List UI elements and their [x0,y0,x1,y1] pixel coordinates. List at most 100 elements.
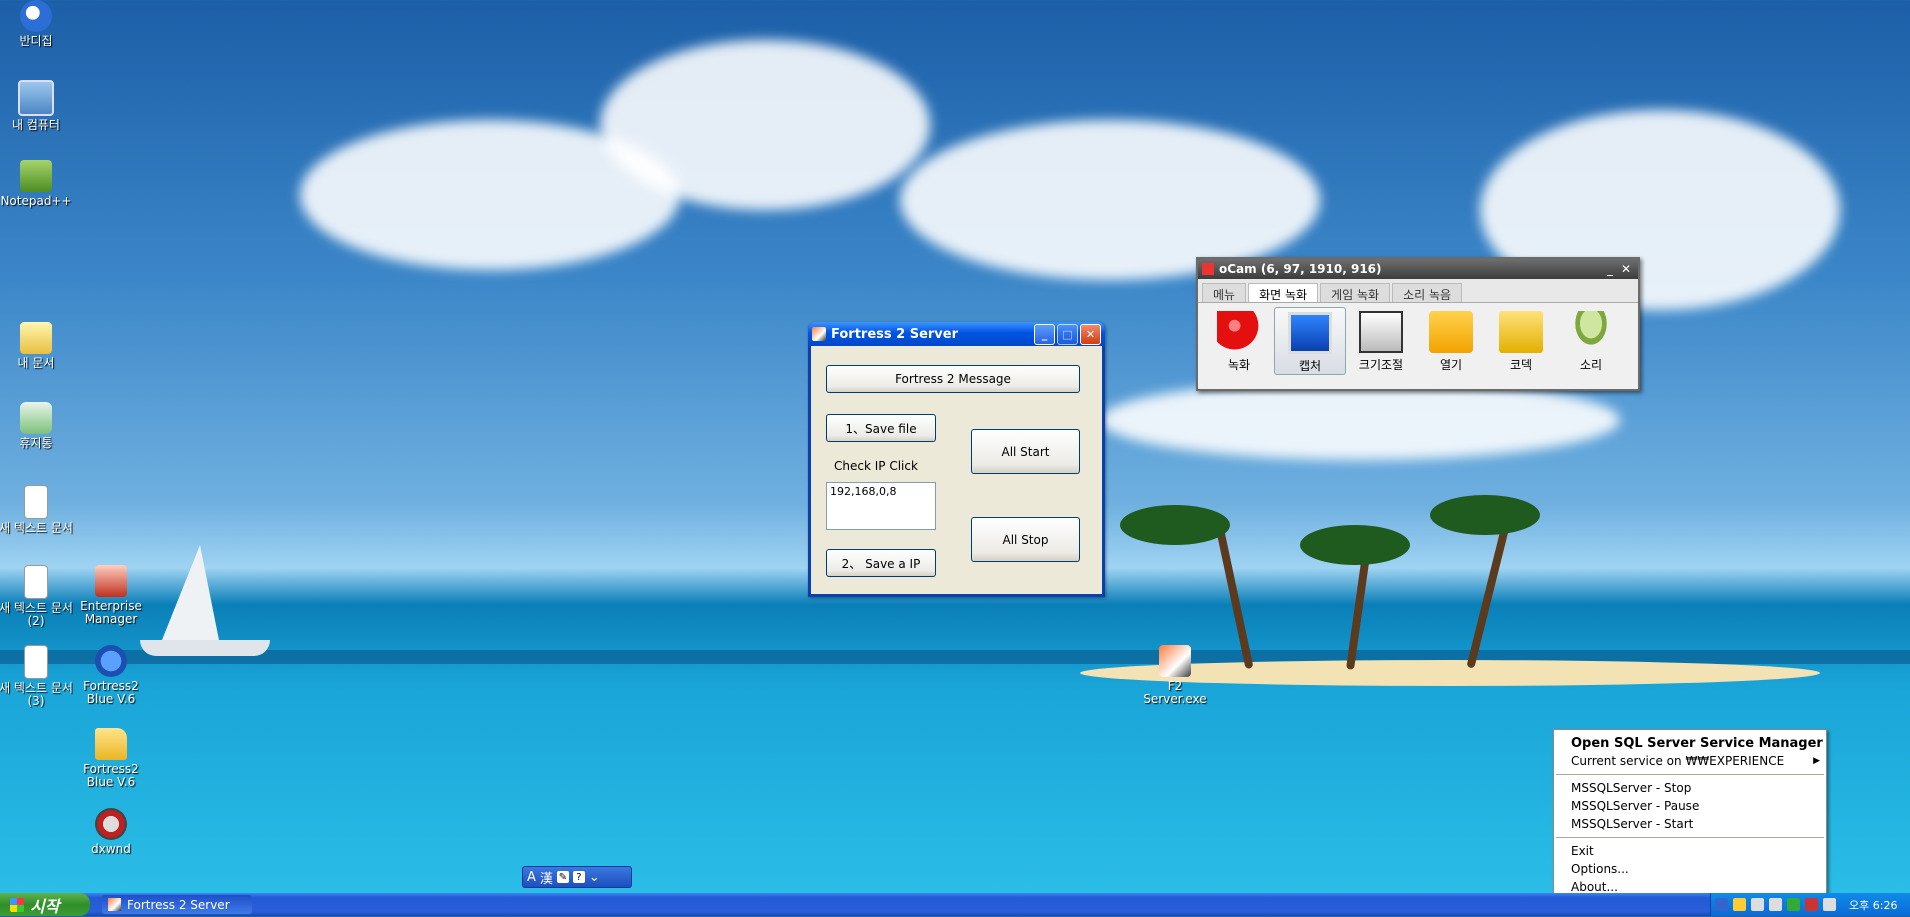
desktop-icon-my-computer[interactable]: 내 컴퓨터 [0,80,73,132]
desktop-icon-label: dxwnd [91,842,131,856]
desktop-icon-f2-server[interactable]: F2 Server.exe [1138,645,1212,706]
menu-item-mssql-stop[interactable]: MSSQLServer - Stop [1554,779,1826,797]
desktop-icon-label: Enterprise Manager [80,599,142,626]
desktop-icon-bandizip[interactable]: 반디집 [0,0,73,48]
all-stop-button[interactable]: All Stop [971,517,1080,562]
desktop-icon-enterprise-manager[interactable]: Enterprise Manager [74,565,148,626]
save-file-button[interactable]: 1、Save file [826,414,936,442]
minimize-button[interactable]: _ [1602,262,1618,276]
tab-menu[interactable]: 메뉴 [1202,283,1247,302]
menu-item-exit[interactable]: Exit [1554,842,1826,860]
desktop-icon-label: 휴지통 [19,436,53,450]
palm-tree [1430,495,1540,535]
sql-server-tray-icon[interactable] [1787,898,1800,911]
palm-tree [1120,505,1230,545]
keyboard-icon[interactable] [1751,898,1764,911]
menu-item-mssql-start[interactable]: MSSQLServer - Start [1554,815,1826,833]
shield-icon[interactable] [1769,898,1782,911]
codec-button[interactable]: 코덱 [1486,307,1556,373]
desktop-icon-dxwnd[interactable]: dxwnd [74,808,148,856]
desktop-icon-my-documents[interactable]: 내 문서 [0,322,73,370]
desktop-icon-fortress2-folder[interactable]: Fortress2 Blue V.6 [74,728,148,789]
taskbar-item-label: Fortress 2 Server [127,897,230,912]
resize-button[interactable]: 크기조절 [1346,307,1416,373]
window-titlebar[interactable]: Fortress 2 Server _ □ ✕ [808,322,1105,346]
help-icon[interactable]: ? [572,871,585,883]
fortress-message-button[interactable]: Fortress 2 Message [826,365,1080,393]
taskbar-item-fortress-server[interactable]: Fortress 2 Server [102,895,252,914]
desktop-icon-label: 새 텍스트 문서 (3) [0,681,73,708]
close-button[interactable]: ✕ [1080,323,1101,345]
close-button[interactable]: ✕ [1618,262,1634,276]
desktop-icon-label: 내 문서 [17,356,55,370]
menu-item-mssql-pause[interactable]: MSSQLServer - Pause [1554,797,1826,815]
start-button[interactable]: 시작 [0,893,90,916]
clock[interactable]: 오후 6:26 [1849,897,1897,913]
desktop-icon-label: Fortress2 Blue V.6 [83,762,139,789]
language-bar: A 漢 ✎ ? ⌄ [522,866,632,888]
capture-icon [1288,312,1332,354]
ime-pad-icon[interactable]: ✎ [556,871,569,883]
tool-label: 소리 [1579,358,1603,372]
desktop-icon-text-document-3[interactable]: 새 텍스트 문서 (3) [0,645,73,708]
record-button[interactable]: 녹화 [1204,307,1274,373]
desktop-icon-text-document[interactable]: 새 텍스트 문서 [0,485,73,535]
desktop-icon-label: 새 텍스트 문서 (2) [0,601,73,628]
bandizip-icon [20,0,52,32]
input-mode-indicator[interactable]: A [527,870,536,885]
folder-icon [95,728,127,760]
minimize-button[interactable]: _ [1034,323,1055,345]
ocam-tab-bar: 메뉴 화면 녹화 게임 녹화 소리 녹음 [1198,279,1638,303]
system-tray: 오후 6:26 [1710,893,1910,916]
antivirus-icon[interactable] [1805,898,1818,911]
window-title: Fortress 2 Server [831,326,959,342]
menu-item-current-service[interactable]: Current service on ₩₩EXPERIENCE ▶ [1554,752,1826,770]
ip-textarea[interactable]: 192,168,0,8 [826,482,936,530]
codec-icon [1499,311,1543,353]
desktop-icon-label: Fortress2 Blue V.6 [83,679,139,706]
start-label: 시작 [30,896,60,916]
volume-icon[interactable] [1823,898,1836,911]
tab-sound-recording[interactable]: 소리 녹음 [1392,283,1463,302]
sound-button[interactable]: 소리 [1556,307,1626,373]
my-computer-icon [18,80,54,116]
resize-icon [1359,311,1403,353]
ocam-titlebar[interactable]: oCam (6, 97, 1910, 916) _ ✕ [1198,259,1638,279]
palm-tree [1214,520,1254,670]
tool-label: 열기 [1439,358,1463,372]
ocam-title: oCam (6, 97, 1910, 916) [1219,262,1382,276]
menu-item-label: Current service on ₩₩EXPERIENCE [1571,754,1785,768]
submenu-arrow-icon: ▶ [1813,756,1820,766]
f2-server-icon [1159,645,1191,677]
enterprise-manager-icon [95,565,127,597]
security-warning-icon[interactable] [1733,898,1746,911]
langbar-options-icon[interactable]: ⌄ [589,870,600,885]
capture-button[interactable]: 캡처 [1274,307,1346,375]
menu-item-open-service-manager[interactable]: Open SQL Server Service Manager [1554,734,1826,752]
zip-archive-icon [95,645,127,677]
fortress-app-icon [108,898,121,911]
tab-screen-recording[interactable]: 화면 녹화 [1248,283,1319,302]
sql-service-context-menu: Open SQL Server Service Manager Current … [1553,729,1827,901]
sailboat [140,640,270,656]
cloud [1100,380,1620,460]
all-start-button[interactable]: All Start [971,429,1080,474]
desktop-icon-fortress2-zip[interactable]: Fortress2 Blue V.6 [74,645,148,706]
my-documents-icon [20,322,52,354]
ocam-app-icon [1202,263,1214,275]
desktop-icon-recycle-bin[interactable]: 휴지통 [0,402,73,450]
desktop-icon-notepad-plus-plus[interactable]: Notepad++ [0,160,73,208]
hanja-indicator[interactable]: 漢 [540,868,553,887]
desktop-icon-label: 내 컴퓨터 [12,118,60,132]
desktop-icon-text-document-2[interactable]: 새 텍스트 문서 (2) [0,565,73,628]
save-ip-button[interactable]: 2、 Save a IP [826,549,936,577]
menu-item-options[interactable]: Options... [1554,860,1826,878]
desktop-icon-label: Notepad++ [0,194,72,208]
tab-game-recording[interactable]: 게임 녹화 [1320,283,1391,302]
open-button[interactable]: 열기 [1416,307,1486,373]
menu-separator [1556,774,1824,775]
maximize-button[interactable]: □ [1057,323,1078,345]
palm-tree [1300,525,1410,565]
network-icon[interactable] [1715,898,1728,911]
open-folder-icon [1429,311,1473,353]
